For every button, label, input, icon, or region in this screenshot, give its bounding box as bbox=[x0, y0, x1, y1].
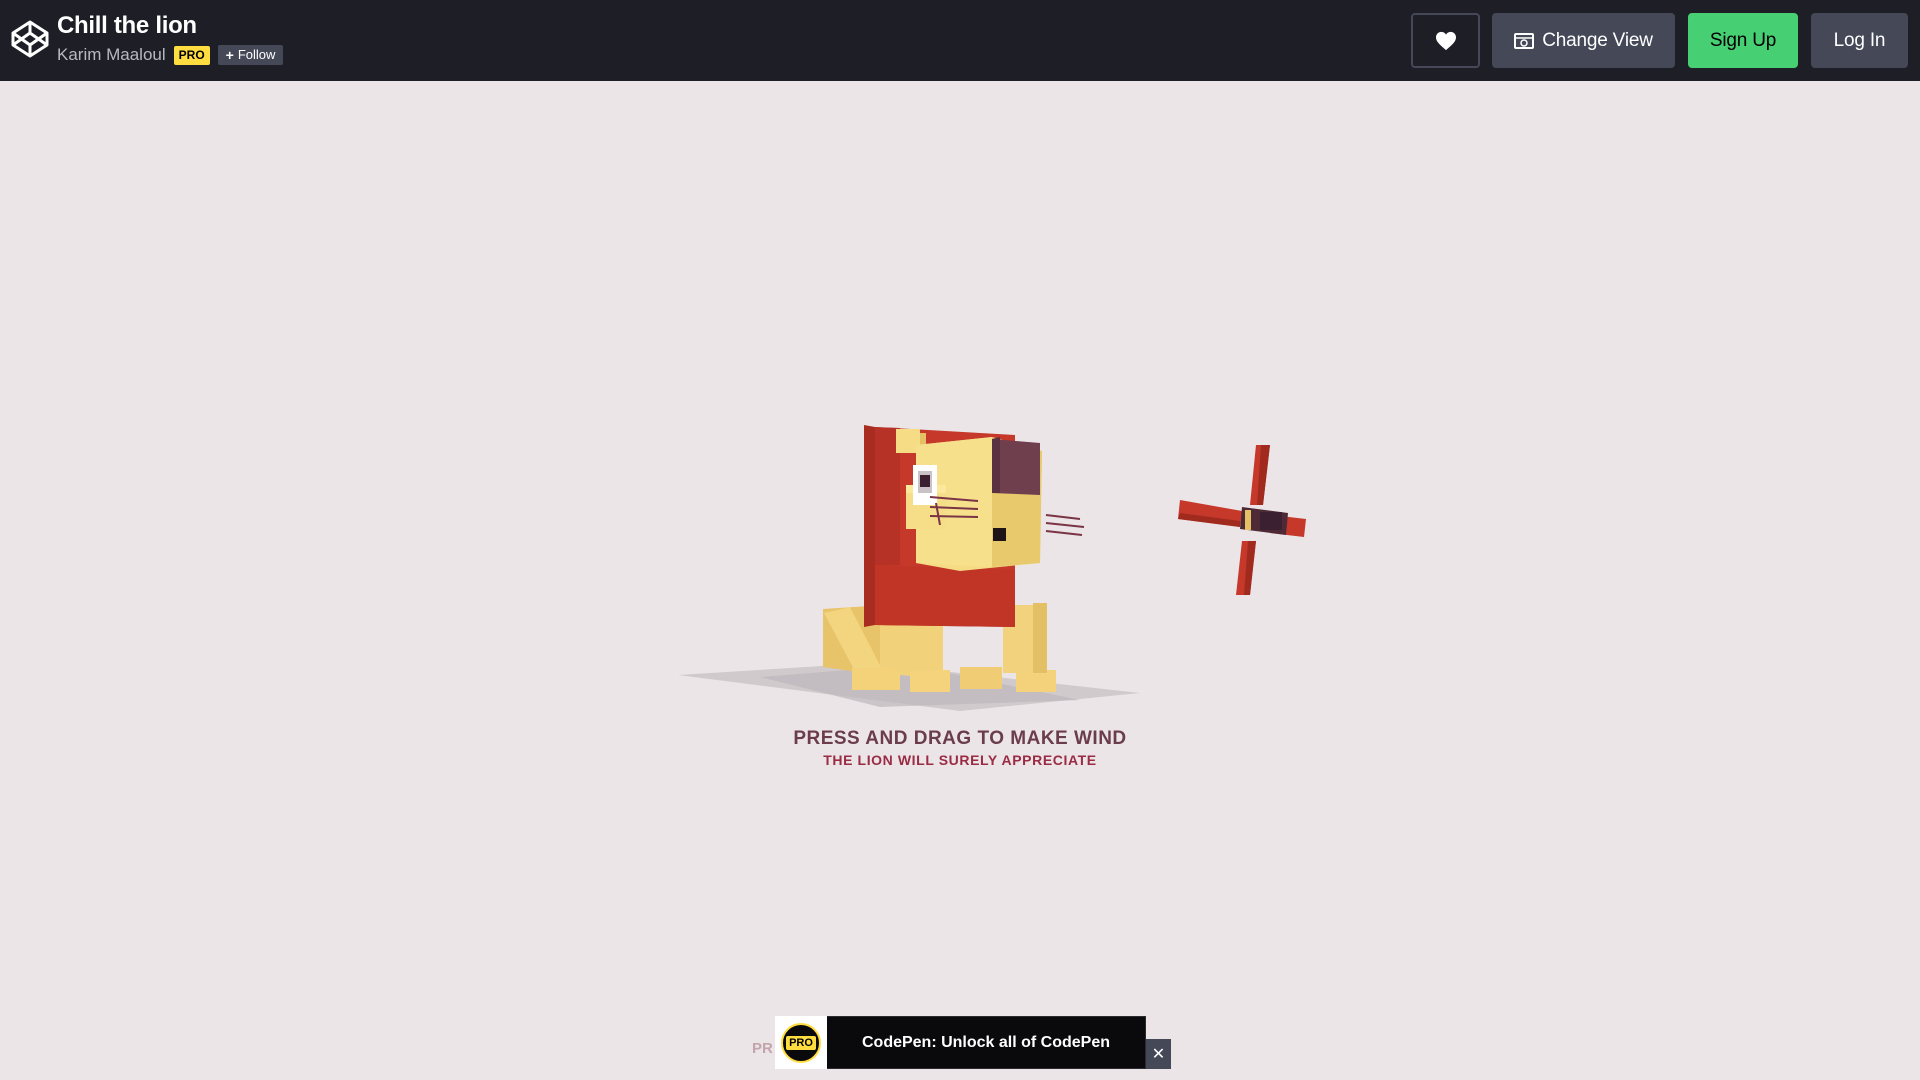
wind-fan-propeller[interactable] bbox=[1178, 445, 1306, 595]
pro-logo-icon: PRO bbox=[781, 1022, 821, 1063]
lion-figure bbox=[823, 425, 1085, 692]
lion-scene-canvas[interactable] bbox=[660, 415, 1320, 715]
close-icon[interactable]: ✕ bbox=[1146, 1039, 1171, 1069]
sign-up-button[interactable]: Sign Up bbox=[1688, 13, 1798, 68]
change-view-label: Change View bbox=[1542, 29, 1653, 51]
instruction-heading: PRESS AND DRAG TO MAKE WIND bbox=[793, 728, 1127, 749]
follow-button[interactable]: + Follow bbox=[217, 45, 284, 65]
pen-title: Chill the lion bbox=[57, 12, 197, 39]
follow-label: Follow bbox=[237, 47, 276, 62]
pro-promo-banner[interactable]: PRO CodePen: Unlock all of CodePen bbox=[775, 1016, 1146, 1069]
log-in-button[interactable]: Log In bbox=[1811, 13, 1908, 68]
promo-icon-container: PRO bbox=[775, 1016, 827, 1069]
author-name[interactable]: Karim Maaloul bbox=[57, 45, 166, 65]
codepen-logo-icon[interactable] bbox=[10, 19, 50, 59]
plus-icon: + bbox=[225, 47, 234, 63]
top-header: Chill the lion Karim Maaloul PRO + Follo… bbox=[0, 0, 1920, 81]
pro-logo-label: PRO bbox=[786, 1035, 816, 1050]
pro-badge[interactable]: PRO bbox=[173, 45, 210, 65]
heart-button[interactable] bbox=[1411, 13, 1480, 68]
promo-text[interactable]: CodePen: Unlock all of CodePen bbox=[827, 1034, 1145, 1052]
promo-peek-text: PR bbox=[752, 1040, 773, 1057]
author-row: Karim Maaloul PRO + Follow bbox=[57, 45, 284, 65]
instruction-subheading: THE LION WILL SURELY APPRECIATE bbox=[823, 752, 1097, 768]
heart-icon bbox=[1435, 31, 1456, 50]
change-view-icon bbox=[1514, 32, 1535, 49]
change-view-button[interactable]: Change View bbox=[1492, 13, 1675, 68]
